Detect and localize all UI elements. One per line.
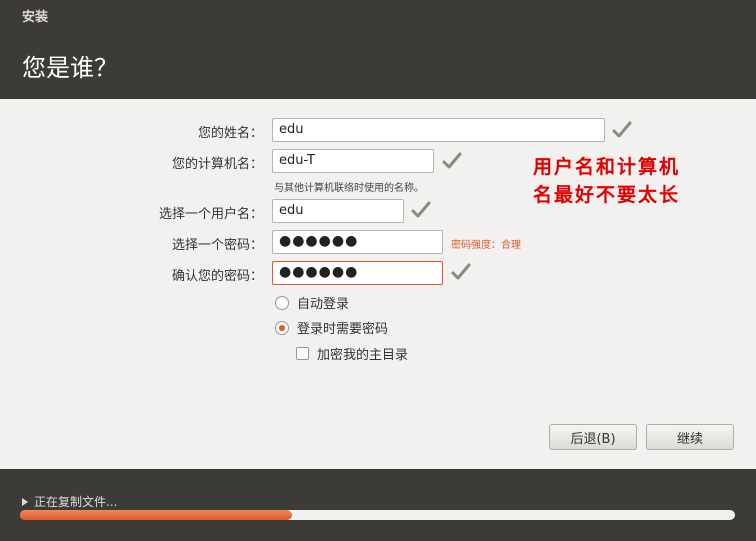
main-content: 您的姓名： edu 您的计算机名： edu-T 与其他计算机联络时使用的名称。 … <box>0 99 756 469</box>
status-expander[interactable]: 正在复制文件... <box>22 493 117 510</box>
radio-selected-icon <box>275 320 289 335</box>
username-input[interactable]: edu <box>272 199 404 223</box>
confirm-password-label: 确认您的密码： <box>171 269 263 284</box>
name-label: 您的姓名： <box>197 126 263 141</box>
computer-name-hint: 与其他计算机联络时使用的名称。 <box>274 183 424 194</box>
name-input[interactable]: edu <box>272 118 605 142</box>
page-title: 您是谁？ <box>22 54 118 82</box>
username-label: 选择一个用户名： <box>158 207 263 222</box>
back-button[interactable]: 后退(B) <box>549 424 637 450</box>
annotation-note: 用户名和计算机 名最好不要太长 <box>533 153 680 209</box>
annotation-line: 名最好不要太长 <box>533 184 681 206</box>
confirm-password-input[interactable]: ●●●●●● <box>272 261 443 285</box>
expand-triangle-icon <box>22 497 28 506</box>
require-password-radio[interactable]: 登录时需要密码 <box>275 318 388 337</box>
progress-fill <box>20 510 292 520</box>
password-label: 选择一个密码： <box>171 238 263 253</box>
auto-login-radio[interactable]: 自动登录 <box>275 293 349 312</box>
encrypt-home-label: 加密我的主目录 <box>317 348 409 363</box>
password-strength-label: 密码强度：合理 <box>451 240 521 251</box>
window-title: 安装 <box>22 10 49 25</box>
status-text: 正在复制文件... <box>34 495 118 509</box>
password-input[interactable]: ●●●●●● <box>272 230 443 254</box>
check-icon <box>451 263 471 280</box>
title-bar: 安装 <box>0 0 756 30</box>
check-icon <box>411 201 431 218</box>
check-icon <box>442 152 462 169</box>
computer-name-input[interactable]: edu-T <box>272 149 434 173</box>
encrypt-home-checkbox[interactable]: 加密我的主目录 <box>296 344 408 363</box>
computer-name-label: 您的计算机名： <box>171 157 263 172</box>
auto-login-label: 自动登录 <box>297 297 350 312</box>
check-icon <box>612 121 632 138</box>
progress-bar <box>20 510 735 520</box>
radio-icon <box>275 295 289 310</box>
page-header: 您是谁？ <box>0 30 756 99</box>
checkbox-icon <box>296 347 309 360</box>
continue-button[interactable]: 继续 <box>646 424 734 450</box>
require-password-label: 登录时需要密码 <box>297 322 389 337</box>
footer-bar: 正在复制文件... <box>0 469 756 541</box>
annotation-line: 用户名和计算机 <box>533 156 681 178</box>
